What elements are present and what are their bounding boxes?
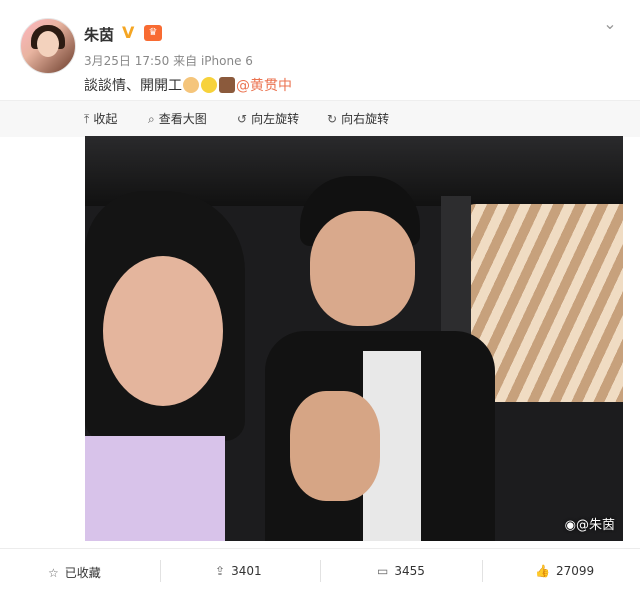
- weibo-post-card: 朱茵 V ♛ 3月25日 17:50 来自 iPhone 6 ⌄ 談談情、開開工…: [0, 0, 640, 591]
- repost-button[interactable]: ⇪ 3401: [215, 564, 262, 578]
- collapse-button[interactable]: ⤒ 收起: [84, 110, 117, 127]
- post-source: 来自 iPhone 6: [173, 54, 253, 68]
- collapse-label: 收起: [93, 112, 118, 126]
- vip-crown-icon[interactable]: ♛: [144, 25, 162, 41]
- woman-top: [85, 436, 225, 541]
- like-count: 27099: [555, 564, 595, 578]
- star-icon: ☆: [48, 566, 59, 580]
- timestamp[interactable]: 3月25日 17:50: [84, 54, 169, 68]
- separator: [160, 560, 161, 582]
- view-large-label: 查看大图: [158, 112, 207, 126]
- weibo-logo-icon: ◉: [564, 518, 576, 533]
- avatar[interactable]: [20, 18, 76, 74]
- post-text: 談談情、開開工 @黄贯中: [84, 75, 292, 95]
- username[interactable]: 朱茵: [84, 24, 114, 45]
- man-hand: [290, 391, 380, 501]
- rotate-left-label: 向左旋转: [251, 112, 300, 126]
- favorite-label: 已收藏: [64, 566, 101, 580]
- man-face: [310, 211, 415, 326]
- avatar-face: [37, 31, 59, 57]
- watermark-text: @朱茵: [575, 518, 615, 533]
- post-meta: 3月25日 17:50 来自 iPhone 6: [84, 52, 253, 69]
- search-icon: ⌕: [148, 112, 155, 126]
- comment-count: 3455: [394, 564, 425, 578]
- rotate-right-icon: ↻: [327, 112, 338, 126]
- image-toolbar: ⤒ 收起 ⌕ 查看大图 ↺ 向左旋转 ↻ 向右旋转: [0, 100, 640, 137]
- view-large-button[interactable]: ⌕ 查看大图: [148, 110, 207, 127]
- hand-sign-emoji-icon: [183, 77, 199, 93]
- comment-button[interactable]: ▭ 3455: [377, 564, 425, 578]
- separator: [482, 560, 483, 582]
- comment-icon: ▭: [377, 564, 389, 578]
- divider: [0, 548, 640, 549]
- rotate-right-button[interactable]: ↻ 向右旋转: [327, 110, 389, 127]
- mention-link[interactable]: @黄贯中: [236, 78, 292, 94]
- photo-watermark: ◉@朱茵: [565, 514, 615, 533]
- chevron-down-icon[interactable]: ⌄: [600, 14, 620, 34]
- couple-emoji-icon: [219, 77, 235, 93]
- separator: [320, 560, 321, 582]
- post-photo[interactable]: ◉@朱茵: [85, 136, 623, 541]
- woman-face: [103, 256, 223, 406]
- arrow-up-icon: ⤒: [84, 112, 90, 126]
- post-body: 談談情、開開工: [84, 78, 182, 94]
- like-button[interactable]: 👍 27099: [535, 564, 594, 578]
- rotate-right-label: 向右旋转: [341, 112, 390, 126]
- thumbs-up-icon: 👍: [535, 564, 550, 578]
- rotate-left-button[interactable]: ↺ 向左旋转: [237, 110, 299, 127]
- repost-icon: ⇪: [215, 564, 226, 578]
- verified-v-icon: V: [122, 23, 135, 42]
- rotate-left-icon: ↺: [237, 112, 248, 126]
- repost-count: 3401: [231, 564, 262, 578]
- favorite-button[interactable]: ☆ 已收藏: [48, 564, 101, 581]
- sun-emoji-icon: [201, 77, 217, 93]
